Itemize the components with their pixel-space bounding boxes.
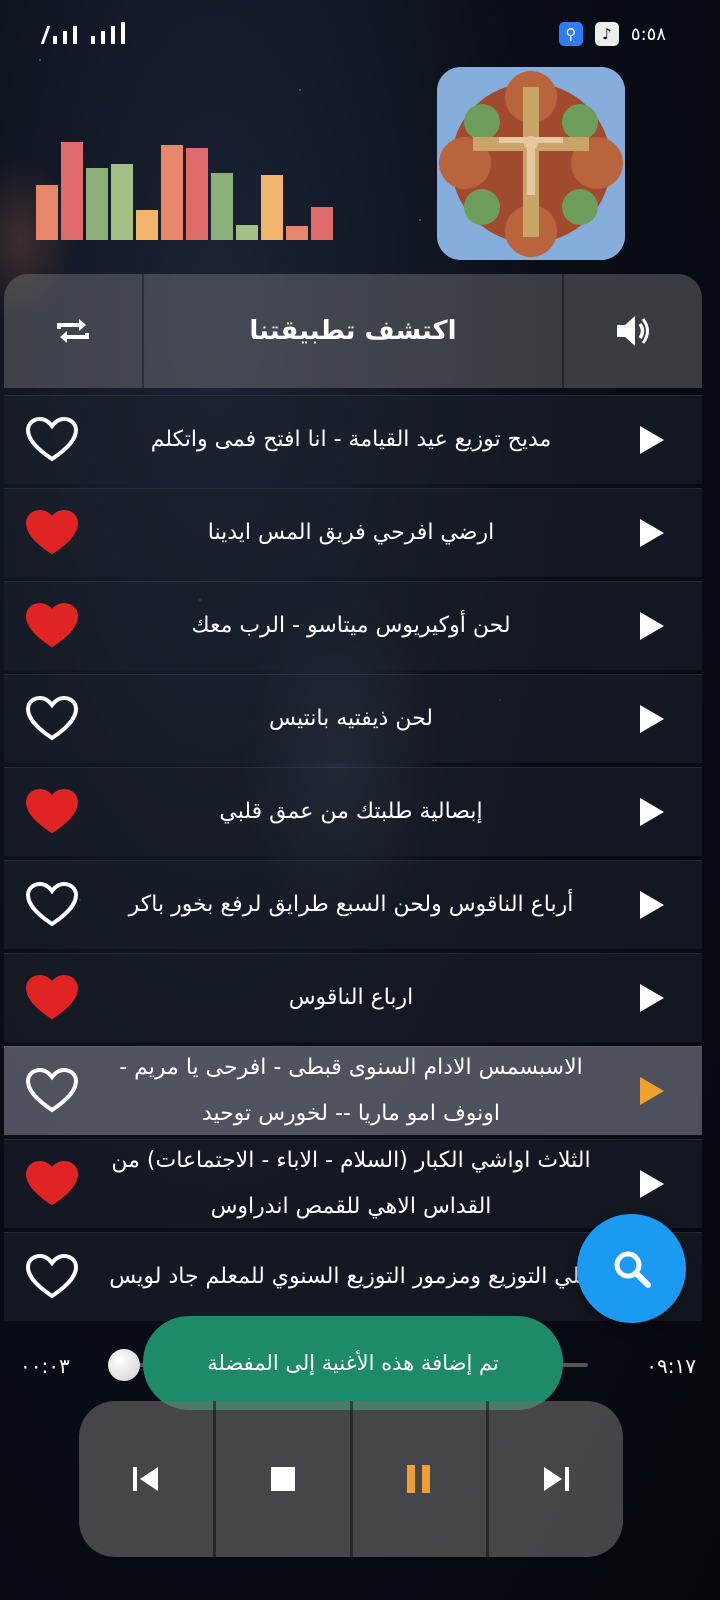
repeat-icon (57, 319, 89, 343)
play-song-button[interactable] (602, 1168, 702, 1200)
eq-bar (61, 142, 83, 240)
play-icon (640, 519, 664, 547)
song-title: ارضي افرحي فريق المس ايدينا (207, 520, 495, 545)
pause-icon (407, 1465, 431, 1493)
volume-icon (617, 316, 649, 346)
heart-icon (26, 882, 78, 927)
play-icon (640, 705, 664, 733)
stop-button[interactable] (212, 1401, 350, 1557)
play-icon (640, 891, 664, 919)
song-title: إبصالية طلبتك من عمق قلبي (219, 799, 483, 824)
top-toolbar: اكتشف تطبيقتنا (4, 274, 702, 388)
skip-next-icon (544, 1467, 570, 1491)
song-row-4[interactable]: لحن ذيفتيه بانتيس (4, 674, 702, 763)
discover-apps-button[interactable]: اكتشف تطبيقتنا (142, 274, 564, 388)
song-title: ارباع الناقوس (288, 985, 414, 1010)
song-title: لحن ذيفتيه بانتيس (268, 706, 434, 731)
total-time: ٠٩:١٧ (646, 1354, 696, 1378)
song-row-9[interactable]: الثلاث اواشي الكبار (السلام - الاباء - ا… (4, 1139, 702, 1228)
play-icon (640, 426, 664, 454)
eq-bar (111, 164, 133, 240)
eq-bar (161, 145, 183, 240)
song-list: مديح توزيع عيد القيامة - انا افتح فمى وا… (4, 395, 702, 1325)
song-title: أرباع الناقوس ولحن السبع طرايق لرفع بخور… (128, 892, 574, 917)
eq-bar (186, 148, 208, 240)
player-controls (79, 1401, 623, 1557)
song-title: اللي التوزيع ومزمور التوزيع السنوي للمعل… (109, 1264, 593, 1289)
play-icon (640, 1077, 664, 1105)
search-icon (614, 1251, 651, 1288)
play-song-button[interactable] (602, 982, 702, 1014)
signal-icon (40, 22, 125, 44)
eq-bar (261, 175, 283, 240)
play-song-button[interactable] (602, 610, 702, 642)
favorite-button[interactable] (4, 696, 100, 742)
favorite-button[interactable] (4, 882, 100, 928)
play-icon (640, 1170, 664, 1198)
eq-bar (236, 225, 258, 240)
album-cover[interactable] (437, 67, 625, 260)
stop-icon (270, 1467, 295, 1491)
pause-button[interactable] (349, 1401, 487, 1557)
play-icon (640, 612, 664, 640)
previous-button[interactable] (79, 1401, 213, 1557)
play-song-button[interactable] (602, 517, 702, 549)
play-song-button[interactable] (602, 424, 702, 456)
eq-bar (286, 226, 308, 240)
heart-icon (26, 789, 78, 834)
song-row-2[interactable]: ارضي افرحي فريق المس ايدينا (4, 488, 702, 577)
song-title: الثلاث اواشي الكبار (السلام - الاباء - ا… (111, 1148, 591, 1219)
favorite-button[interactable] (4, 789, 100, 835)
next-button[interactable] (486, 1401, 623, 1557)
repeat-button[interactable] (4, 274, 142, 388)
song-row-1[interactable]: مديح توزيع عيد القيامة - انا افتح فمى وا… (4, 395, 702, 484)
toast-message: تم إضافة هذه الأغنية إلى المفضلة (143, 1316, 563, 1410)
heart-icon (26, 603, 78, 648)
favorite-button[interactable] (4, 975, 100, 1021)
song-title: لحن أوكيريوس ميتاسو - الرب معك (191, 613, 511, 638)
heart-icon (26, 975, 78, 1020)
favorite-button[interactable] (4, 510, 100, 556)
favorite-button[interactable] (4, 417, 100, 463)
song-row-8[interactable]: الاسبسمس الادام السنوى قبطى - افرحى يا م… (4, 1046, 702, 1135)
favorite-button[interactable] (4, 1254, 100, 1300)
heart-icon (26, 1254, 78, 1299)
skip-previous-icon (132, 1467, 158, 1491)
status-bar: ⚲ ♪ ٥:٥٨ (0, 0, 720, 70)
song-row-3[interactable]: لحن أوكيريوس ميتاسو - الرب معك (4, 581, 702, 670)
play-song-button[interactable] (602, 889, 702, 921)
heart-icon (26, 1161, 78, 1206)
search-button[interactable] (577, 1214, 686, 1323)
heart-icon (26, 1068, 78, 1113)
equalizer-visualizer (36, 138, 336, 240)
play-song-button[interactable] (602, 1075, 702, 1107)
eq-bar (311, 207, 333, 240)
eq-bar (86, 168, 108, 240)
elapsed-time: ٠٠:٠٣ (20, 1354, 70, 1378)
song-title: مديح توزيع عيد القيامة - انا افتح فمى وا… (150, 427, 552, 452)
music-note-icon: ♪ (594, 22, 619, 46)
status-time: ٥:٥٨ (630, 23, 666, 45)
favorite-button[interactable] (4, 603, 100, 649)
eq-bar (136, 210, 158, 240)
play-icon (640, 984, 664, 1012)
favorite-button[interactable] (4, 1161, 100, 1207)
eq-bar (211, 173, 233, 240)
favorite-button[interactable] (4, 1068, 100, 1114)
song-title: الاسبسمس الادام السنوى قبطى - افرحى يا م… (119, 1055, 583, 1126)
play-song-button[interactable] (602, 796, 702, 828)
usb-icon: ⚲ (558, 22, 583, 46)
heart-icon (26, 417, 78, 462)
volume-button[interactable] (564, 274, 702, 388)
song-row-6[interactable]: أرباع الناقوس ولحن السبع طرايق لرفع بخور… (4, 860, 702, 949)
eq-bar (36, 185, 58, 240)
play-song-button[interactable] (602, 703, 702, 735)
song-row-7[interactable]: ارباع الناقوس (4, 953, 702, 1042)
heart-icon (26, 510, 78, 555)
seek-knob[interactable] (108, 1349, 141, 1381)
play-icon (640, 798, 664, 826)
song-row-5[interactable]: إبصالية طلبتك من عمق قلبي (4, 767, 702, 856)
heart-icon (26, 696, 78, 741)
